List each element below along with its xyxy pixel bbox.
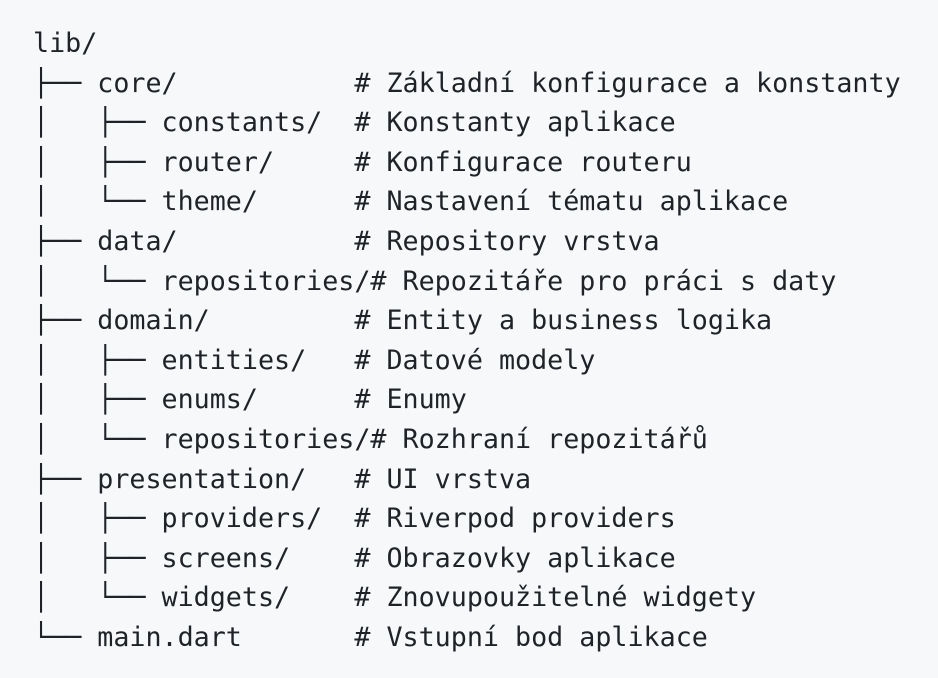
tree-line-root: lib/ [33, 28, 98, 59]
tree-line-core-constants: │ ├── constants/ # Konstanty aplikace [33, 107, 676, 139]
tree-line-domain-entities: │ ├── entities/ # Datové modely [33, 344, 596, 376]
tree-line-domain: ├── domain/ # Entity a business logika [33, 305, 773, 337]
tree-line-presentation: ├── presentation/ # UI vrstva [33, 463, 532, 495]
tree-line-domain-repositories: │ └── repositories/# Rozhraní repozitářů [33, 423, 708, 455]
tree-line-core: ├── core/ # Základní konfigurace a konst… [33, 67, 901, 99]
tree-line-core-theme: │ └── theme/ # Nastavení tématu aplikace [33, 186, 789, 218]
tree-line-data-repositories: │ └── repositories/# Repozitáře pro prác… [33, 265, 837, 297]
directory-tree: lib/ ├── core/ # Základní konfigurace a k… [33, 24, 938, 658]
tree-line-core-router: │ ├── router/ # Konfigurace routeru [33, 146, 692, 178]
code-block: lib/ ├── core/ # Základní konfigurace a k… [0, 0, 938, 678]
tree-line-presentation-widgets: │ └── widgets/ # Znovupoužitelné widgety [33, 582, 757, 614]
tree-line-domain-enums: │ ├── enums/ # Enumy [33, 384, 467, 416]
tree-line-presentation-screens: │ ├── screens/ # Obrazovky aplikace [33, 542, 676, 574]
tree-line-main-dart: └── main.dart # Vstupní bod aplikace [33, 621, 708, 653]
tree-line-data: ├── data/ # Repository vrstva [33, 225, 660, 257]
tree-line-presentation-providers: │ ├── providers/ # Riverpod providers [33, 503, 676, 535]
